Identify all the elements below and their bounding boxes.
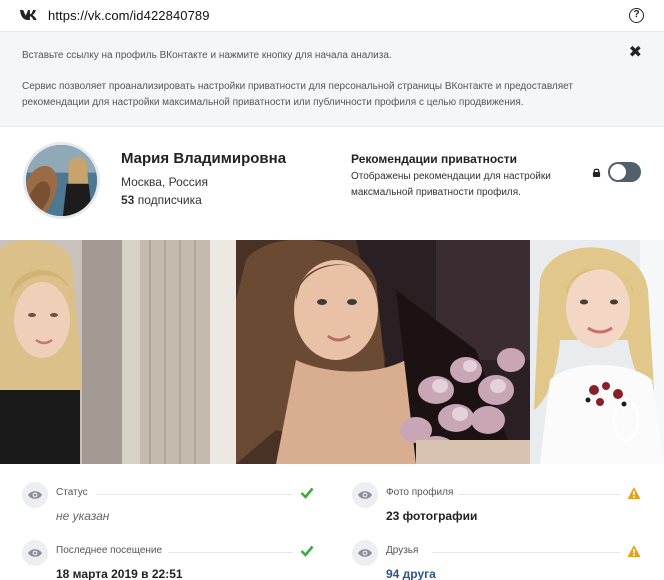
- eye-icon: [352, 482, 378, 508]
- friends-link[interactable]: 94 друга: [386, 567, 436, 580]
- profile-header: Мария Владимировна Москва, Россия 53 под…: [0, 128, 664, 240]
- stat-value: не указан: [56, 509, 110, 523]
- user-city: Москва, Россия: [121, 175, 208, 189]
- subscribers-label: подписчика: [137, 193, 202, 207]
- divider: [97, 494, 293, 495]
- stat-label: Друзья: [386, 545, 419, 556]
- photo-strip: [0, 240, 664, 464]
- stat-profile-photo[interactable]: Фото профиля 23 фотографии: [352, 482, 644, 530]
- privacy-toggle[interactable]: [608, 162, 641, 182]
- stat-label: Фото профиля: [386, 487, 454, 498]
- info-box: Вставьте ссылку на профиль ВКонтакте и н…: [0, 32, 664, 127]
- check-icon: [300, 487, 314, 499]
- url-bar[interactable]: https://vk.com/id422840789 ?: [0, 0, 664, 32]
- eye-icon: [22, 482, 48, 508]
- check-icon: [300, 545, 314, 557]
- user-name: Мария Владимировна: [121, 150, 287, 167]
- info-description: Сервис позволяет проанализировать настро…: [22, 81, 573, 108]
- recommendations-title: Рекомендации приватности: [351, 152, 518, 166]
- profile-photo[interactable]: [530, 240, 664, 464]
- info-instruction: Вставьте ссылку на профиль ВКонтакте и н…: [22, 50, 392, 61]
- stat-last-seen[interactable]: Последнее посещение 18 марта 2019 в 22:5…: [22, 540, 318, 580]
- close-icon[interactable]: ✖: [629, 45, 642, 61]
- recommendations-description: Отображены рекомендации для настройки ма…: [351, 171, 551, 198]
- avatar[interactable]: [23, 142, 100, 219]
- eye-icon: [352, 540, 378, 566]
- warning-icon: [627, 545, 641, 557]
- divider: [168, 552, 293, 553]
- user-subscribers: 53 подписчика: [121, 193, 202, 207]
- lock-icon: [592, 168, 601, 177]
- toggle-knob: [610, 164, 626, 180]
- eye-icon: [22, 540, 48, 566]
- stat-label: Статус: [56, 487, 88, 498]
- profile-photo[interactable]: [236, 240, 530, 464]
- privacy-stats: Статус не указан Фото профиля 23 фотогра…: [0, 464, 664, 580]
- warning-icon: [627, 487, 641, 499]
- vk-logo-icon: [20, 10, 37, 20]
- profile-photo[interactable]: [0, 240, 236, 464]
- divider: [458, 494, 620, 495]
- question-circle-icon[interactable]: ?: [629, 8, 644, 23]
- divider: [432, 552, 620, 553]
- stat-status[interactable]: Статус не указан: [22, 482, 318, 530]
- stat-friends[interactable]: Друзья 94 друга: [352, 540, 644, 580]
- subscribers-count: 53: [121, 193, 135, 207]
- stat-value: 23 фотографии: [386, 509, 478, 523]
- stat-value: 18 марта 2019 в 22:51: [56, 567, 183, 580]
- stat-label: Последнее посещение: [56, 545, 163, 556]
- url-text[interactable]: https://vk.com/id422840789: [48, 8, 210, 23]
